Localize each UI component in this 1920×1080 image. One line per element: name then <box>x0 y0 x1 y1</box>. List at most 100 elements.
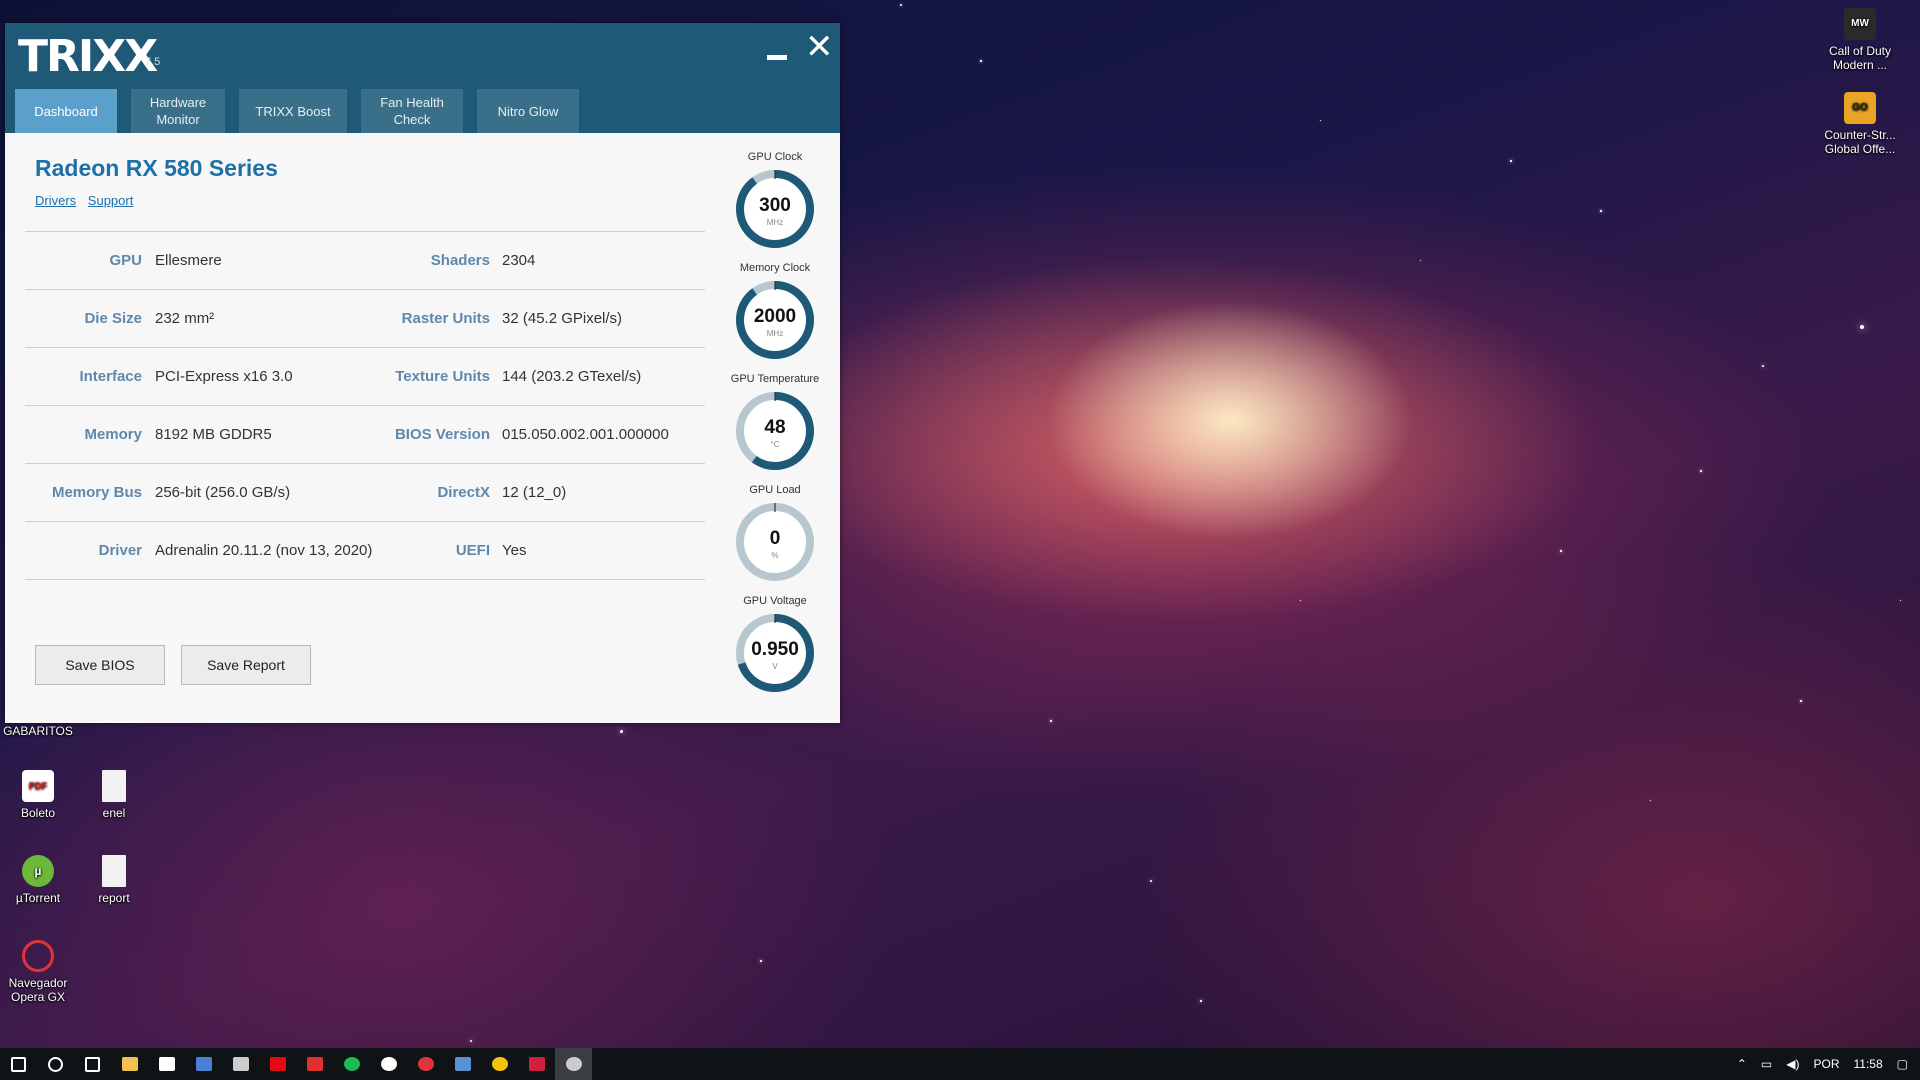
desktop-icon-enel[interactable]: enel <box>76 770 152 820</box>
gauge-value: 48 <box>764 417 785 438</box>
spec-label: Texture Units <box>395 368 490 385</box>
language-indicator[interactable]: POR <box>1814 1057 1840 1071</box>
chrome-taskbar-button[interactable] <box>481 1048 518 1080</box>
desktop-icon-csgo[interactable]: GO Counter-Str... Global Offe... <box>1822 92 1898 156</box>
close-button[interactable]: ✕ <box>805 28 834 66</box>
gauge-unit: °C <box>771 440 780 449</box>
desktop-icon-opera-gx[interactable]: Navegador Opera GX <box>0 940 76 1004</box>
spec-value: 256-bit (256.0 GB/s) <box>155 484 291 501</box>
memory-clock-gauge: Memory Clock 2000 MHz <box>725 262 825 362</box>
chrome-icon <box>491 1057 508 1071</box>
tab-nitro-glow[interactable]: Nitro Glow <box>477 89 579 133</box>
app-red-icon <box>306 1057 323 1071</box>
spec-label: DirectX <box>437 484 490 501</box>
tab-hardware-monitor[interactable]: Hardware Monitor <box>131 89 225 133</box>
spec-value: Ellesmere <box>155 252 222 269</box>
tab-dashboard[interactable]: Dashboard <box>15 89 117 133</box>
gauge-value: 0 <box>770 528 781 549</box>
spec-value: 12 (12_0) <box>502 484 567 501</box>
gauge-value: 2000 <box>754 306 796 327</box>
opera-taskbar-button[interactable] <box>407 1048 444 1080</box>
desktop-icon-cod[interactable]: MW Call of Duty Modern ... <box>1822 8 1898 72</box>
xbox-icon <box>380 1057 397 1071</box>
app-icon <box>195 1057 212 1071</box>
spec-label: Driver <box>98 542 142 559</box>
gpu-load-gauge: GPU Load 0% <box>725 484 825 584</box>
spec-row: Die Size 232 mm² Raster Units 32 (45.2 GPix… <box>25 290 705 348</box>
volume-icon[interactable]: ◀) <box>1786 1057 1799 1071</box>
app-window-taskbar-button[interactable] <box>444 1048 481 1080</box>
drivers-link[interactable]: Drivers <box>35 193 76 208</box>
gpu-clock-gauge: GPU Clock 300 MHz <box>725 151 825 251</box>
task-view-taskbar-button[interactable] <box>74 1048 111 1080</box>
clock[interactable]: 11:58 <box>1854 1057 1883 1071</box>
gauge-ring: 0.950 V <box>736 614 814 692</box>
store-taskbar-button[interactable] <box>148 1048 185 1080</box>
spec-label: Memory Bus <box>51 484 142 501</box>
spec-label: Raster Units <box>401 310 490 327</box>
network-icon[interactable]: ▭ <box>1761 1057 1772 1071</box>
tab-trixx-boost[interactable]: TRIXX Boost <box>239 89 347 133</box>
system-tray: ⌃ ▭ ◀) POR 11:58 ▢ <box>1730 1048 1920 1080</box>
spec-value: 232 mm² <box>155 310 215 327</box>
spec-value: 015.050.002.001.000000 <box>502 426 669 443</box>
spec-label: Interface <box>79 368 142 385</box>
spec-value: Yes <box>502 542 527 559</box>
app-red-taskbar-button[interactable] <box>296 1048 333 1080</box>
desktop-icon-boleto[interactable]: PDF Boleto <box>0 770 76 820</box>
spec-row: Driver Adrenalin 20.11.2 (nov 13, 2020) UE… <box>25 522 705 580</box>
app-window-icon <box>454 1057 471 1071</box>
gauge-label: GPU Load <box>749 484 801 496</box>
gauge-unit: % <box>771 551 778 560</box>
chevron-up-icon[interactable]: ⌃ <box>1737 1057 1747 1071</box>
xbox-taskbar-button[interactable] <box>370 1048 407 1080</box>
report-label: report <box>98 891 130 905</box>
notification-icon[interactable]: ▢ <box>1897 1057 1908 1071</box>
boleto-label: Boleto <box>20 806 56 820</box>
gauge-ring: 2000 MHz <box>736 281 814 359</box>
trixx-logo: TRIXX <box>18 31 158 82</box>
version-label: 7.5 <box>145 56 161 68</box>
start-taskbar-button[interactable] <box>0 1048 37 1080</box>
document-icon <box>102 855 126 887</box>
gauge-unit: V <box>772 662 778 671</box>
gauge-ring: 300 MHz <box>736 170 814 248</box>
spec-label: GPU <box>109 252 142 269</box>
pdf-icon: PDF <box>22 770 54 802</box>
gauge-label: Memory Clock <box>739 262 811 274</box>
spotify-taskbar-button[interactable] <box>333 1048 370 1080</box>
spec-label: UEFI <box>455 542 490 559</box>
title-bar[interactable]: TRIXX 7.5 ✕ Dashboard Hardware Monitor T… <box>5 23 840 133</box>
save-bios-button[interactable]: Save BIOS <box>35 645 165 685</box>
spec-row: GPU Ellesmere Shaders 2304 <box>25 232 705 290</box>
desktop-icon-utorrent[interactable]: µ µTorrent <box>0 855 76 905</box>
trixx-icon <box>565 1057 582 1071</box>
search-taskbar-button[interactable] <box>37 1048 74 1080</box>
file-explorer-icon <box>121 1057 138 1071</box>
gpu-voltage-gauge: GPU Voltage 0.950 V <box>725 595 825 695</box>
app-taskbar-button[interactable] <box>185 1048 222 1080</box>
minimize-button[interactable] <box>767 33 787 60</box>
gpu-name: Radeon RX 580 Series <box>35 155 278 181</box>
document-icon <box>102 770 126 802</box>
spec-label: Die Size <box>84 310 142 327</box>
app-red2-icon <box>528 1057 545 1071</box>
desktop-icon-report[interactable]: report <box>76 855 152 905</box>
netflix-taskbar-button[interactable] <box>259 1048 296 1080</box>
spec-label: BIOS Version <box>394 426 490 443</box>
file-explorer-taskbar-button[interactable] <box>111 1048 148 1080</box>
settings-icon <box>232 1057 249 1071</box>
spec-table: GPU Ellesmere Shaders 2304 Die Size 232 mm² Ra… <box>25 231 705 580</box>
app-red2-taskbar-button[interactable] <box>518 1048 555 1080</box>
csgo-icon: GO <box>1844 92 1876 124</box>
settings-taskbar-button[interactable] <box>222 1048 259 1080</box>
trixx-taskbar-button[interactable] <box>555 1048 592 1080</box>
close-icon: ✕ <box>805 28 834 66</box>
spec-label: Memory <box>84 426 142 443</box>
gauge-label: GPU Voltage <box>743 595 807 607</box>
tab-fan-health-check[interactable]: Fan Health Check <box>361 89 463 133</box>
save-report-button[interactable]: Save Report <box>181 645 311 685</box>
opera-gx-label: Navegador Opera GX <box>8 976 68 1004</box>
support-link[interactable]: Support <box>88 193 134 208</box>
spec-value: 144 (203.2 GTexel/s) <box>502 368 642 385</box>
